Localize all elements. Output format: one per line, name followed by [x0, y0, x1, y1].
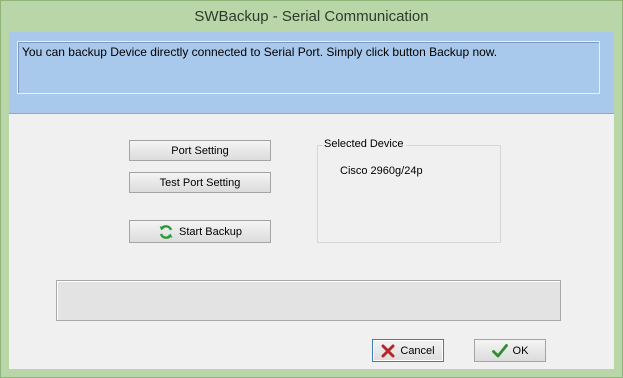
start-backup-button[interactable]: Start Backup [129, 220, 271, 243]
start-backup-label: Start Backup [179, 225, 242, 238]
selected-device-name: Cisco 2960g/24p [340, 165, 423, 177]
dialog-client-area: You can backup Device directly connected… [9, 32, 614, 369]
ok-button[interactable]: OK [474, 339, 546, 362]
selected-device-group: Selected Device Cisco 2960g/24p [317, 138, 501, 243]
refresh-icon [158, 224, 174, 240]
test-port-setting-label: Test Port Setting [159, 176, 241, 189]
port-setting-button[interactable]: Port Setting [129, 140, 271, 161]
port-setting-label: Port Setting [171, 144, 229, 157]
info-banner-text: You can backup Device directly connected… [22, 45, 498, 59]
info-banner: You can backup Device directly connected… [9, 32, 614, 114]
dialog-window: SWBackup - Serial Communication You can … [0, 0, 623, 378]
checkmark-icon [491, 343, 508, 358]
window-title[interactable]: SWBackup - Serial Communication [1, 1, 622, 32]
x-icon [381, 344, 395, 358]
selected-device-title: Selected Device [322, 138, 406, 150]
status-panel [56, 280, 561, 321]
ok-label: OK [512, 344, 529, 357]
test-port-setting-button[interactable]: Test Port Setting [129, 172, 271, 193]
cancel-label: Cancel [400, 344, 435, 357]
cancel-button[interactable]: Cancel [372, 339, 444, 362]
info-banner-box: You can backup Device directly connected… [17, 41, 600, 94]
